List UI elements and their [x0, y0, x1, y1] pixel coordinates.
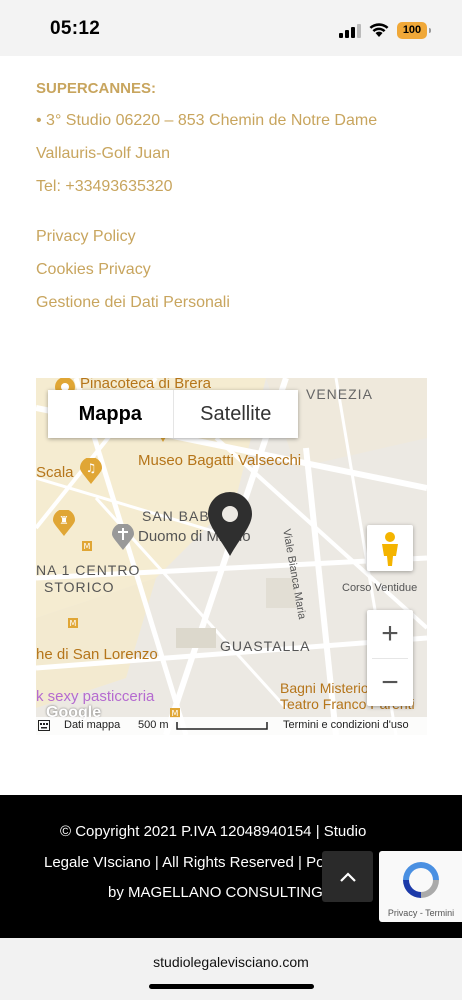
map-data-link[interactable]: Dati mappa	[64, 719, 120, 731]
svg-text:M: M	[70, 619, 77, 628]
cookies-privacy-link[interactable]: Cookies Privacy	[36, 261, 151, 279]
map-label-scala: Scala	[36, 464, 74, 481]
recaptcha-links[interactable]: Privacy - Termini	[379, 908, 462, 918]
church-poi-icon	[112, 524, 134, 550]
scroll-to-top-button[interactable]	[322, 851, 373, 902]
map-label-centro-2: STORICO	[44, 579, 115, 595]
data-management-link[interactable]: Gestione dei Dati Personali	[36, 294, 230, 312]
map-label-sexy: k sexy pasticceria	[36, 688, 155, 705]
map-label-guastalla: GUASTALLA	[220, 638, 311, 654]
zoom-in-button[interactable]: +	[367, 610, 413, 658]
map-label-corso: Corso Ventidue	[342, 582, 418, 594]
footer-copyright-line-3: by MAGELLANO CONSULTING SRL	[108, 884, 357, 901]
location-pin-icon[interactable]	[208, 492, 252, 556]
map-label-museo: Museo Bagatti Valsecchi	[138, 452, 302, 469]
contact-heading: SUPERCANNES:	[36, 80, 157, 97]
tab-satellite[interactable]: Satellite	[174, 390, 299, 438]
metro-icon: M	[68, 618, 78, 628]
footer-copyright-line-1: © Copyright 2021 P.IVA 12048940154 | Stu…	[60, 823, 367, 840]
tab-map[interactable]: Mappa	[48, 390, 174, 438]
recaptcha-icon	[403, 862, 439, 898]
map-terms-link[interactable]: Termini e condizioni d'uso	[283, 719, 409, 731]
battery-icon: 100	[397, 22, 431, 39]
url-text[interactable]: studiolegalevisciano.com	[0, 954, 462, 970]
map-label-lorenzo: he di San Lorenzo	[36, 646, 158, 663]
privacy-policy-link[interactable]: Privacy Policy	[36, 228, 136, 246]
zoom-out-button[interactable]: −	[367, 659, 413, 707]
castle-poi-icon: ♜	[53, 510, 75, 536]
map-scale-label: 500 m	[138, 719, 169, 731]
wifi-icon	[369, 23, 389, 37]
pegman-icon	[382, 532, 398, 566]
chevron-up-icon	[339, 871, 356, 882]
phone-number[interactable]: Tel: +33493635320	[36, 178, 173, 196]
home-indicator[interactable]	[149, 984, 314, 989]
svg-text:M: M	[84, 542, 91, 551]
theater-poi-icon: ♫	[80, 458, 102, 484]
status-time: 05:12	[50, 18, 101, 39]
address-line-1: • 3° Studio 06220 – 853 Chemin de Notre …	[36, 112, 378, 129]
street-view-button[interactable]	[367, 525, 413, 571]
zoom-controls: + −	[367, 610, 413, 706]
metro-icon: M	[82, 541, 92, 551]
map-type-tabs: Mappa Satellite	[48, 390, 298, 438]
recaptcha-badge[interactable]: Privacy - Termini	[379, 851, 462, 922]
map-label-venezia: VENEZIA	[306, 386, 373, 402]
map-label-bagni: Bagni Misteriosi	[280, 680, 379, 696]
keyboard-icon[interactable]	[38, 720, 50, 731]
map-scale-bar	[176, 722, 268, 730]
address-line-2: Vallauris-Golf Juan	[36, 145, 170, 162]
footer-copyright-line-2: Legale VIsciano | All Rights Reserved | …	[44, 854, 336, 871]
map-label-centro-1: NA 1 CENTRO	[36, 562, 141, 578]
svg-text:♜: ♜	[59, 514, 69, 527]
cellular-signal-icon	[339, 24, 361, 38]
map-attribution-bar: Dati mappa 500 m Termini e condizioni d'…	[36, 717, 427, 735]
svg-text:♫: ♫	[86, 461, 97, 475]
